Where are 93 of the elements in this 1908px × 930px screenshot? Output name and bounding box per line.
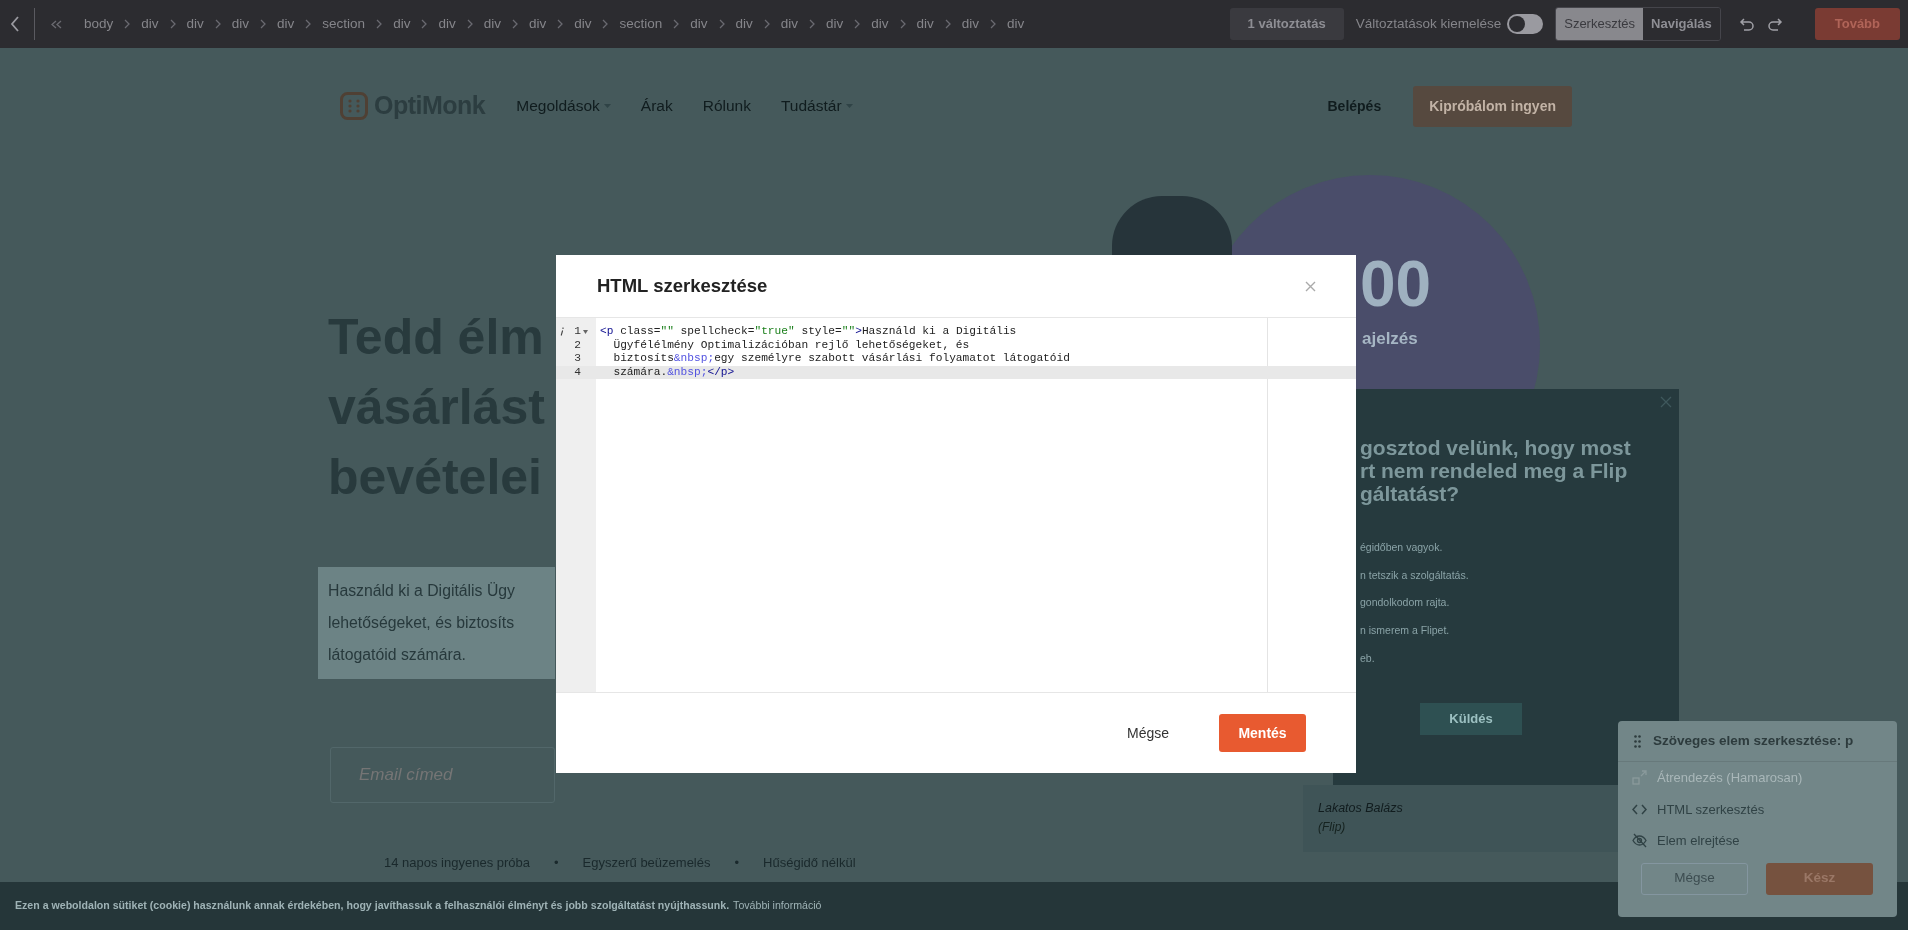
breadcrumb-item[interactable]: body [84,13,114,35]
nav-link[interactable]: Tudástár [780,94,853,118]
breadcrumb-item[interactable]: div [826,13,844,35]
cancel-button[interactable]: Mégse [1120,721,1175,745]
breadcrumb-item[interactable]: div [916,13,934,35]
chevron-icon [214,19,221,29]
panel-title: Szöveges elem szerkesztése: p [1653,731,1854,750]
stat-label: ajelzés [1362,328,1418,350]
breadcrumb-item[interactable]: section [322,13,366,35]
breadcrumb-item[interactable]: div [528,13,547,35]
chevron-icon [809,19,816,29]
chevron-icon [376,19,383,29]
stat-number: 00 [1360,252,1432,316]
fold-icon[interactable] [583,329,588,334]
modal-title: HTML szerkesztése [597,274,768,299]
chevron-icon [124,19,131,29]
more-info-link[interactable]: További információ [733,898,822,914]
changes-button[interactable]: 1 változtatás [1229,8,1344,40]
chevron-icon [602,19,609,29]
chevron-icon [169,19,176,29]
breadcrumb-item[interactable]: div [690,13,708,35]
highlight-label: Változtatások kiemelése [1355,14,1502,33]
submit-button[interactable]: Küldés [1420,703,1522,735]
breadcrumb-item[interactable]: div [780,13,799,35]
chevron-icon [990,19,997,29]
breadcrumb-item[interactable]: div [231,13,250,35]
line-number: 1 [574,325,581,339]
line-number: 4 [574,365,581,380]
breadcrumb-item[interactable]: div [277,13,295,35]
survey-option[interactable]: gondolkodom rajta. [1360,589,1469,618]
chevron-icon [557,19,564,29]
bullet: • [554,854,559,872]
breadcrumb-item[interactable]: div [1007,13,1025,35]
survey-option[interactable]: eb. [1360,644,1469,673]
chevron-icon [421,19,428,29]
chevron-icon [718,19,725,29]
line-number: 3 [574,352,581,366]
survey-option[interactable]: n tetszik a szolgáltatás. [1360,561,1469,590]
cancel-button[interactable]: Mégse [1641,862,1748,895]
undo-icon[interactable] [1738,17,1755,31]
breadcrumb-item[interactable]: div [574,13,592,35]
chevron-icon [944,19,951,29]
nav-link[interactable]: Megoldások [516,94,611,118]
breadcrumb-item[interactable]: div [961,13,980,35]
chevron-icon [854,19,861,29]
highlight-toggle[interactable] [1507,14,1544,34]
chevron-icon [511,19,518,29]
breadcrumb-item[interactable]: div [483,13,501,35]
cookie-text: Ezen a weboldalon sütiket (cookie) használunk annak érdekében, hogy javíthassuk a felhasználói élményt és jobb szolgáltatást nyújthassunk. [15,898,730,914]
survey-title-line: rt nem rendeled meg a Flip [1360,459,1629,482]
survey-option[interactable]: égidőben vagyok. [1360,534,1469,562]
drag-handle-icon[interactable] [1634,734,1641,748]
breadcrumb-item[interactable]: section [619,13,663,35]
mode-tab[interactable]: Szerkesztés [1556,8,1644,40]
close-icon[interactable] [1660,396,1672,408]
chevron-icon [899,19,906,29]
redo-icon[interactable] [1766,17,1783,31]
logo-icon [340,92,368,120]
selected-paragraph[interactable]: Használd ki a Digitális Ügy lehetőségeket, és biztosíts látogatóid számára. [318,567,555,679]
save-button[interactable]: Mentés [1219,714,1306,752]
nav-link[interactable]: Rólunk [702,94,751,118]
chevron-icon [305,19,312,29]
breadcrumb-item[interactable]: div [186,13,204,35]
trial-button[interactable]: Kipróbálom ingyen [1413,85,1572,127]
chevron-icon [763,19,770,29]
chevron-icon [260,19,267,29]
code-line: biztosíts&nbsp;egy személyre szabott vásárlási folyamatot látogatóid [612,352,1071,366]
chevron-icon [466,19,473,29]
breadcrumb-item[interactable]: div [393,13,411,35]
author-name: Lakatos Balázs [1318,800,1404,817]
panel-action[interactable]: Elem elrejtése [1657,831,1740,851]
breadcrumb-item[interactable]: div [735,13,753,35]
eye-off-icon[interactable] [1632,833,1647,849]
close-icon[interactable] [1305,280,1316,292]
back-icon[interactable] [10,16,20,32]
line-number: 2 [574,338,581,353]
bullet: • [734,854,740,872]
code-line: Ügyfélélmény Optimalizációban rejlő lehetőségeket, és [612,338,971,353]
login-link[interactable]: Belépés [1327,95,1382,117]
breadcrumb-item[interactable]: div [871,13,889,35]
panel-action[interactable]: HTML szerkesztés [1657,799,1765,819]
survey-title-line: gáltatást? [1360,482,1461,505]
code-line: <p class="" spellcheck="true" style="">Használd ki a Digitális [599,325,1018,339]
expand-icon [1632,770,1647,786]
nav-link[interactable]: Árak [640,94,673,118]
author-company: (Flip) [1318,818,1347,836]
collapse-icon[interactable] [51,19,62,29]
code-line: számára.&nbsp;</p> [612,365,736,380]
breadcrumb-item[interactable]: div [141,13,159,35]
chevron-icon [673,19,680,29]
survey-title-line: gosztod velünk, hogy most [1360,436,1631,459]
breadcrumb-item[interactable]: div [438,13,456,35]
survey-option[interactable]: n ismerem a Flipet. [1360,617,1469,645]
